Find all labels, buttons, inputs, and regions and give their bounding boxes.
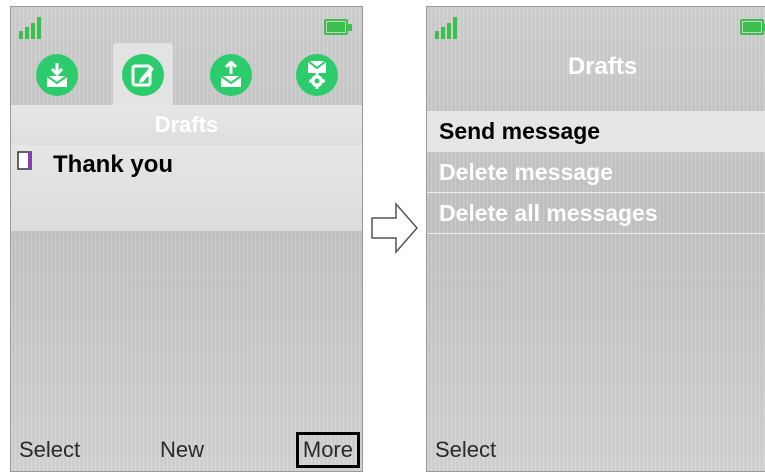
drafts-list-screen: Drafts Thank you Select New More — [10, 6, 363, 472]
menu-item-delete-message[interactable]: Delete message — [427, 152, 765, 193]
new-softkey[interactable]: New — [160, 437, 204, 463]
page-title: Drafts — [567, 53, 638, 80]
tab-inbox[interactable] — [27, 45, 87, 105]
right-arrow-icon — [371, 202, 418, 254]
page-title: Drafts — [11, 105, 362, 145]
signal-strength-icon — [435, 17, 457, 39]
more-softkey[interactable]: More — [295, 432, 360, 468]
message-settings-icon — [307, 60, 327, 89]
list-item[interactable]: Thank you — [11, 145, 362, 231]
inbox-download-icon — [46, 63, 68, 87]
outbox-upload-icon — [220, 61, 242, 87]
select-softkey[interactable]: Select — [19, 437, 80, 463]
draft-subject: Thank you — [53, 151, 174, 178]
signal-strength-icon — [19, 17, 41, 39]
battery-icon — [740, 19, 765, 37]
select-softkey[interactable]: Select — [435, 437, 496, 463]
message-folder-tabs — [11, 43, 362, 107]
menu-item-delete-all-messages[interactable]: Delete all messages — [427, 193, 765, 234]
draft-document-icon — [17, 151, 32, 170]
tab-drafts[interactable] — [113, 43, 173, 107]
tab-message-settings[interactable] — [287, 45, 347, 105]
tab-outbox[interactable] — [201, 45, 261, 105]
battery-icon — [324, 19, 354, 37]
options-menu: Send message Delete message Delete all m… — [427, 111, 765, 234]
drafts-options-screen: Drafts Send message Delete message Delet… — [426, 6, 765, 472]
drafts-edit-icon — [131, 64, 154, 87]
menu-item-send-message[interactable]: Send message — [427, 111, 765, 152]
